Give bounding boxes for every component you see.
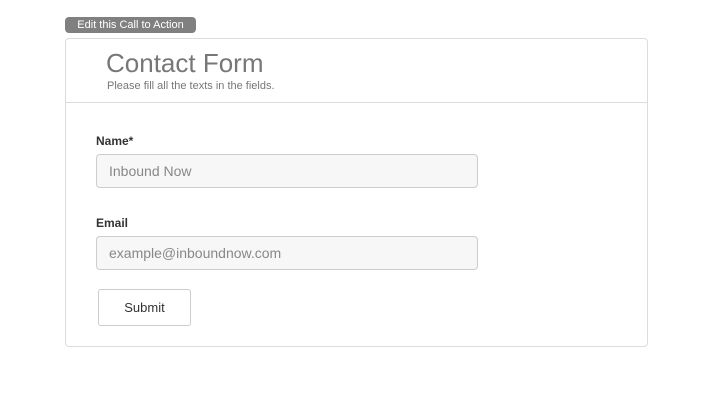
email-input[interactable] — [96, 236, 478, 270]
edit-call-to-action-button[interactable]: Edit this Call to Action — [65, 17, 196, 33]
contact-form-card: Contact Form Please fill all the texts i… — [65, 38, 648, 347]
form-subtitle: Please fill all the texts in the fields. — [107, 80, 275, 92]
email-field-label: Email — [96, 216, 129, 230]
name-input[interactable] — [96, 154, 478, 188]
page: Edit this Call to Action Contact Form Pl… — [0, 0, 705, 405]
submit-button[interactable]: Submit — [98, 289, 191, 326]
form-title: Contact Form — [106, 48, 264, 78]
form-header: Contact Form Please fill all the texts i… — [66, 39, 647, 103]
name-field-label: Name* — [96, 134, 134, 148]
